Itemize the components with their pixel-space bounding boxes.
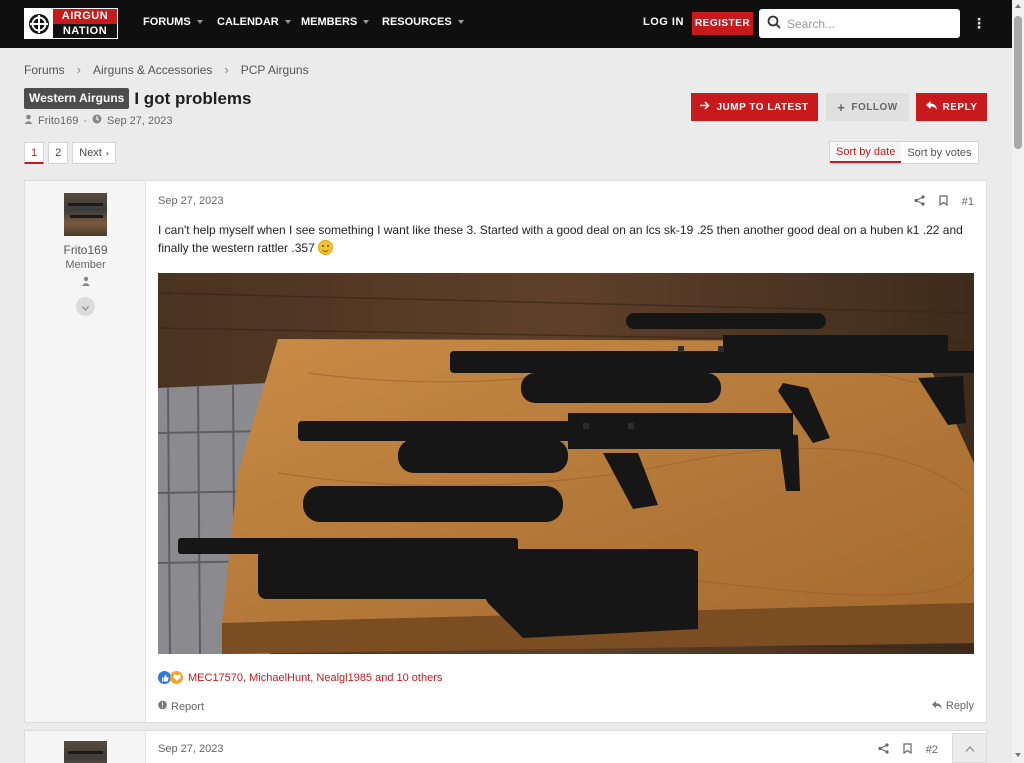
- post-tools: #1: [914, 195, 974, 209]
- chevron-right-icon: ›: [105, 148, 109, 158]
- nav-calendar[interactable]: CALENDAR: [217, 16, 291, 28]
- sort-by-votes[interactable]: Sort by votes: [901, 142, 977, 163]
- breadcrumb-forums[interactable]: Forums: [24, 63, 65, 77]
- reply-button[interactable]: REPLY: [916, 93, 987, 121]
- register-button[interactable]: REGISTER: [692, 12, 753, 35]
- report-link[interactable]: Report: [158, 700, 204, 713]
- page-2-link[interactable]: 2: [48, 142, 69, 164]
- breadcrumb-pcp-airguns[interactable]: PCP Airguns: [241, 63, 309, 77]
- user-icon: [24, 114, 33, 127]
- post-body: I can't help myself when I see something…: [158, 221, 973, 257]
- next-page-label: Next: [79, 147, 102, 159]
- bookmark-icon[interactable]: [939, 195, 948, 209]
- nav-forums-label: FORUMS: [143, 16, 191, 28]
- bookmark-icon[interactable]: [903, 743, 912, 757]
- nav-resources-label: RESOURCES: [382, 16, 452, 28]
- post-date[interactable]: Sep 27, 2023: [158, 743, 223, 755]
- page-scrollbar[interactable]: [1012, 0, 1024, 763]
- search-input[interactable]: [787, 16, 947, 31]
- thread-title-row: Western Airguns I got problems: [24, 88, 251, 109]
- breadcrumb: Forums › Airguns & Accessories › PCP Air…: [24, 62, 309, 77]
- thread-prefix-badge[interactable]: Western Airguns: [24, 88, 130, 109]
- reply-label: REPLY: [942, 101, 978, 113]
- post-user-column: Frito169 Member: [25, 181, 146, 722]
- post-user-column: [25, 731, 146, 763]
- breadcrumb-airguns-accessories[interactable]: Airguns & Accessories: [93, 63, 212, 77]
- share-icon[interactable]: [878, 743, 889, 757]
- post-tools: #2: [878, 743, 938, 757]
- search-icon: [767, 15, 781, 32]
- pagination: 1 2 Next ›: [24, 142, 116, 164]
- nav-members[interactable]: MEMBERS: [301, 16, 370, 28]
- meta-separator: ·: [83, 114, 88, 127]
- reply-arrow-icon: [925, 101, 937, 113]
- post-date[interactable]: Sep 27, 2023: [158, 195, 223, 207]
- post-1: Frito169 Member Sep 27, 2023 #1 I can't …: [24, 180, 987, 723]
- chevron-down-icon: [457, 20, 464, 24]
- post-number[interactable]: #2: [926, 744, 938, 756]
- scroll-up-arrow-icon[interactable]: [1015, 4, 1021, 8]
- reactors-list[interactable]: MEC17570, MichaelHunt, Nealgl1985 and 10…: [188, 672, 442, 684]
- more-icon[interactable]: ⋮: [972, 16, 986, 30]
- chevron-down-icon: [284, 20, 291, 24]
- scroll-thumb[interactable]: [1014, 16, 1022, 149]
- back-to-top-button[interactable]: [952, 733, 987, 763]
- report-icon: [158, 700, 167, 713]
- page-1-link[interactable]: 1: [24, 142, 45, 164]
- post-image-airguns[interactable]: [158, 273, 974, 654]
- logo-line2: NATION: [53, 24, 117, 38]
- sort-by-date[interactable]: Sort by date: [830, 142, 902, 163]
- jump-to-latest-label: JUMP TO LATEST: [716, 101, 809, 113]
- chevron-down-icon: [82, 300, 89, 314]
- jump-to-latest-button[interactable]: JUMP TO LATEST: [691, 93, 818, 121]
- post-reply-link[interactable]: Reply: [931, 700, 974, 712]
- post-reactions: MEC17570, MichaelHunt, Nealgl1985 and 10…: [158, 671, 442, 684]
- plus-icon: +: [837, 99, 846, 115]
- post-username[interactable]: Frito169: [25, 243, 146, 257]
- scroll-down-arrow-icon[interactable]: [1015, 753, 1021, 757]
- thread-title: I got problems: [134, 88, 252, 108]
- nav-forums[interactable]: FORUMS: [143, 16, 203, 28]
- smile-emoji-icon: [318, 240, 334, 255]
- share-icon[interactable]: [914, 195, 925, 209]
- nav-resources[interactable]: RESOURCES: [382, 16, 464, 28]
- chevron-right-icon: ›: [76, 62, 82, 77]
- thread-author[interactable]: Frito169: [38, 115, 78, 127]
- post-text: I can't help myself when I see something…: [158, 223, 963, 255]
- logo-line1: AIRGUN: [53, 9, 117, 24]
- love-icon[interactable]: [170, 671, 183, 684]
- site-logo[interactable]: AIRGUN NATION: [24, 8, 118, 39]
- user-title: Member: [65, 259, 106, 271]
- login-link[interactable]: LOG IN: [643, 16, 684, 28]
- follow-label: FOLLOW: [851, 101, 898, 113]
- expand-user-info-button[interactable]: [76, 297, 95, 316]
- avatar[interactable]: [64, 741, 107, 763]
- post-reply-label: Reply: [945, 700, 974, 712]
- crosshair-logo-icon: [25, 9, 53, 38]
- report-label: Report: [171, 700, 205, 713]
- post-2: Sep 27, 2023 #2: [24, 730, 987, 763]
- follow-button[interactable]: + FOLLOW: [826, 93, 909, 121]
- nav-calendar-label: CALENDAR: [217, 16, 279, 28]
- chevron-down-icon: [363, 20, 370, 24]
- sort-toggle: Sort by date Sort by votes: [829, 141, 979, 164]
- nav-members-label: MEMBERS: [301, 16, 358, 28]
- reply-icon: [931, 700, 942, 712]
- next-page-button[interactable]: Next ›: [72, 142, 116, 164]
- chevron-up-icon: [964, 741, 975, 755]
- thread-meta: Frito169 · Sep 27, 2023: [24, 114, 172, 127]
- thread-date[interactable]: Sep 27, 2023: [107, 115, 172, 127]
- top-navbar: AIRGUN NATION FORUMS CALENDAR MEMBERS RE…: [0, 0, 1012, 48]
- chevron-right-icon: ›: [224, 62, 229, 77]
- avatar[interactable]: [64, 193, 107, 236]
- user-badge-icon: [81, 276, 91, 288]
- search-box[interactable]: [759, 9, 960, 38]
- chevron-down-icon: [196, 20, 203, 24]
- arrow-right-icon: [700, 101, 711, 113]
- clock-icon: [92, 114, 102, 127]
- post-number[interactable]: #1: [962, 196, 974, 208]
